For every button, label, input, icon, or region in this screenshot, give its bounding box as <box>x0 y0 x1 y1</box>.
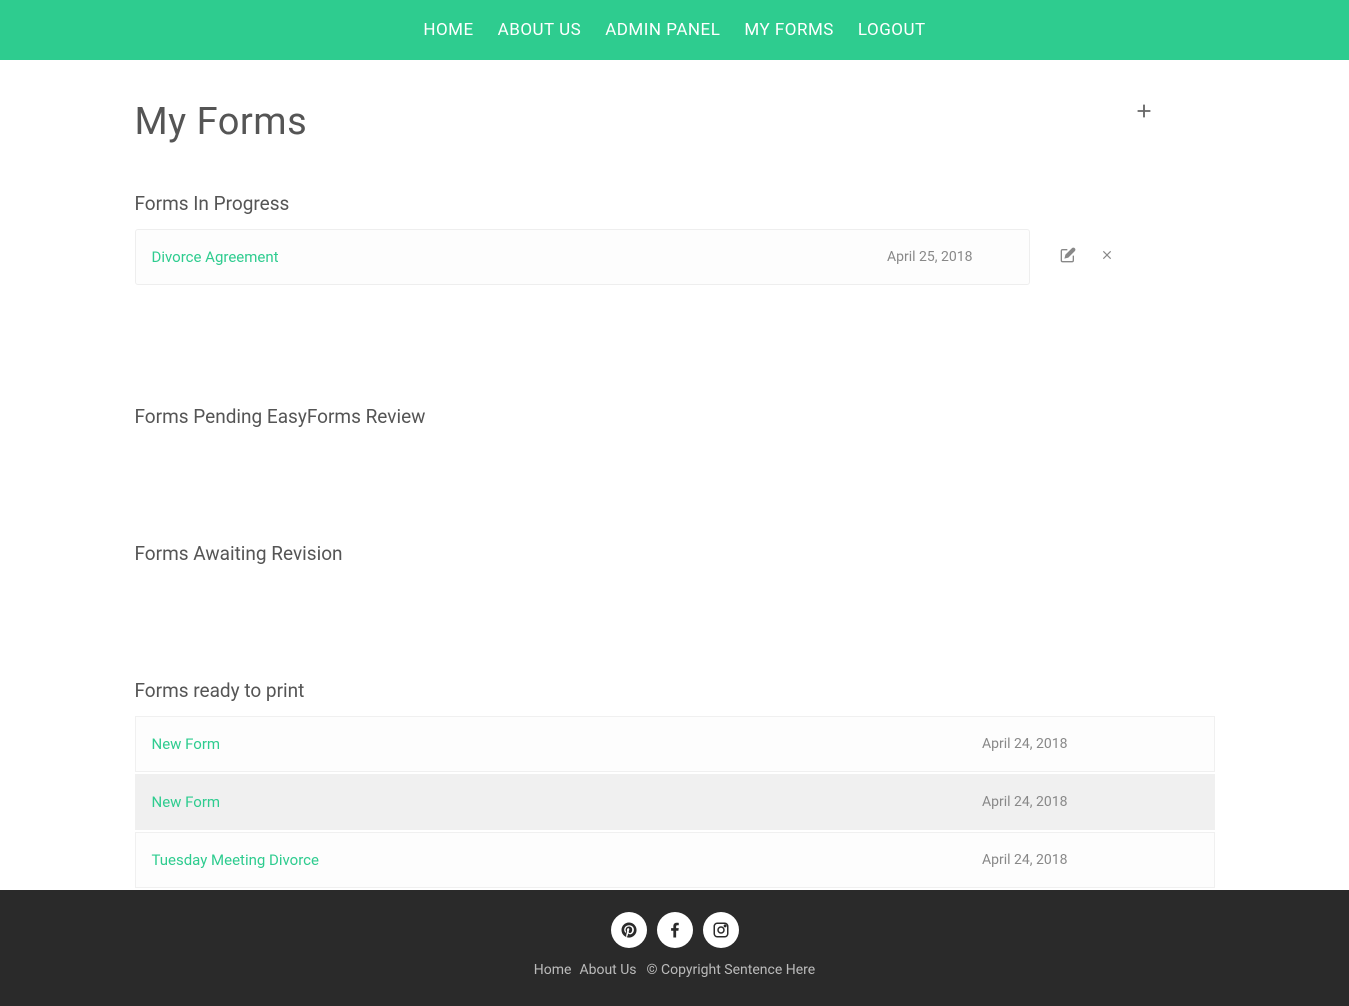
section-title-pending-review: Forms Pending EasyForms Review <box>135 405 1215 428</box>
pinterest-link[interactable] <box>611 912 647 948</box>
delete-button[interactable] <box>1100 247 1114 267</box>
edit-icon <box>1060 247 1076 263</box>
form-row: New Form April 24, 2018 <box>135 774 1215 830</box>
close-icon <box>1100 248 1114 262</box>
facebook-icon <box>666 921 684 939</box>
edit-button[interactable] <box>1060 247 1076 267</box>
nav-home[interactable]: HOME <box>423 20 473 40</box>
copyright-text: © Copyright Sentence Here <box>647 962 816 978</box>
footer: Home About Us © Copyright Sentence Here <box>0 890 1349 1006</box>
form-link[interactable]: Divorce Agreement <box>152 248 888 266</box>
ready-to-print-list: New Form April 24, 2018 New Form April 2… <box>135 716 1215 888</box>
form-row-in-progress: Divorce Agreement April 25, 2018 <box>135 229 1215 285</box>
form-link[interactable]: Tuesday Meeting Divorce <box>152 851 983 869</box>
nav-about-us[interactable]: ABOUT US <box>498 20 582 40</box>
form-row: New Form April 24, 2018 <box>135 716 1215 772</box>
instagram-link[interactable] <box>703 912 739 948</box>
page-title: My Forms <box>135 100 1215 144</box>
form-row: Tuesday Meeting Divorce April 24, 2018 <box>135 832 1215 888</box>
top-nav: HOME ABOUT US ADMIN PANEL MY FORMS LOGOU… <box>0 0 1349 60</box>
footer-link-home[interactable]: Home <box>534 962 572 978</box>
footer-link-about-us[interactable]: About Us <box>579 962 636 978</box>
nav-admin-panel[interactable]: ADMIN PANEL <box>605 20 720 40</box>
nav-my-forms[interactable]: MY FORMS <box>744 20 834 40</box>
form-date: April 24, 2018 <box>982 794 1197 810</box>
form-date: April 24, 2018 <box>982 852 1197 868</box>
section-title-in-progress: Forms In Progress <box>135 192 1215 215</box>
form-date: April 24, 2018 <box>982 736 1197 752</box>
facebook-link[interactable] <box>657 912 693 948</box>
footer-links: Home About Us <box>534 962 637 978</box>
instagram-icon <box>712 921 730 939</box>
pinterest-icon <box>620 921 638 939</box>
form-date: April 25, 2018 <box>887 249 1012 265</box>
section-title-ready-to-print: Forms ready to print <box>135 679 1215 702</box>
plus-icon <box>1133 100 1155 122</box>
social-icons <box>0 912 1349 948</box>
section-title-awaiting-revision: Forms Awaiting Revision <box>135 542 1215 565</box>
form-link[interactable]: New Form <box>152 793 983 811</box>
form-link[interactable]: New Form <box>152 735 983 753</box>
add-form-button[interactable] <box>1133 96 1155 129</box>
main-container: My Forms Forms In Progress Divorce Agree… <box>135 60 1215 888</box>
nav-logout[interactable]: LOGOUT <box>858 20 926 40</box>
